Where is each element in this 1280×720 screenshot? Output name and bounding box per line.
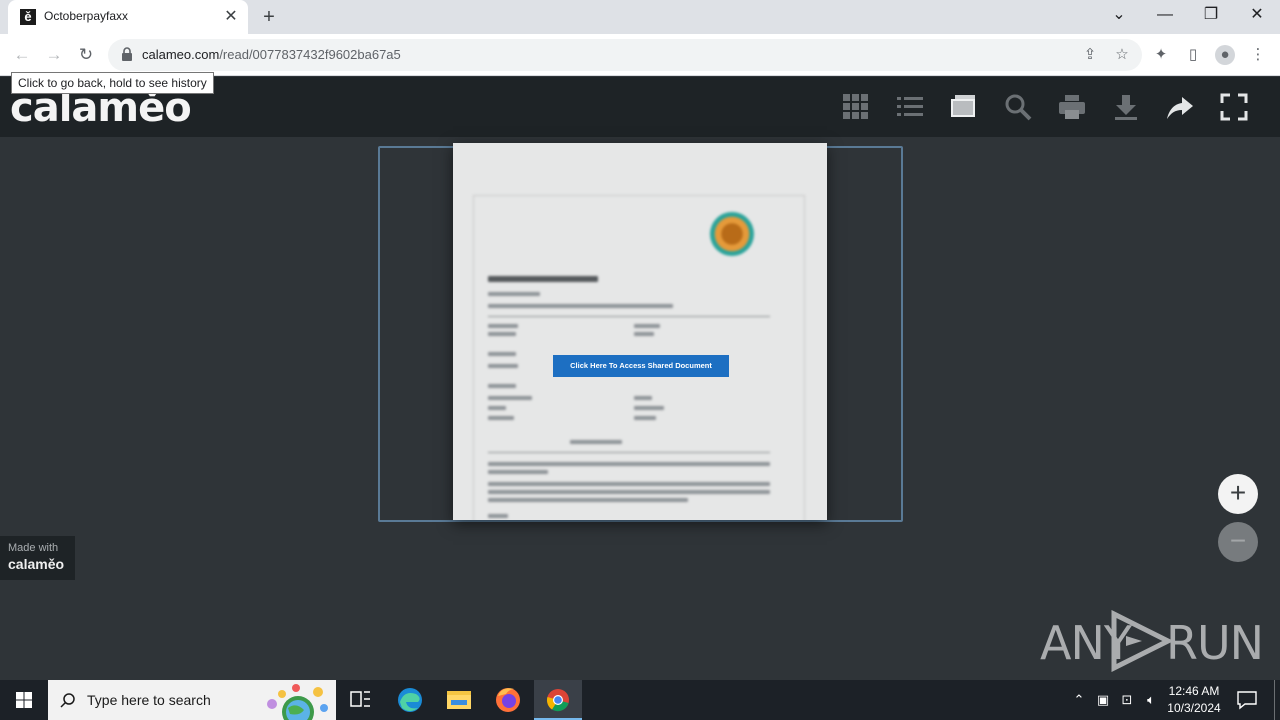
search-icon[interactable] (1004, 93, 1032, 121)
made-with-brand: calaměo (8, 556, 65, 572)
bookmark-star-icon[interactable]: ☆ (1112, 45, 1132, 65)
back-tooltip: Click to go back, hold to see history (11, 72, 214, 94)
zoom-in-button[interactable]: + (1218, 474, 1258, 514)
browser-tab[interactable]: ě Octoberpayfaxx ✕ (8, 0, 248, 34)
clock-date: 10/3/2024 (1167, 701, 1221, 715)
folder-icon[interactable] (950, 93, 978, 121)
tray-chevron-icon[interactable]: ⌃ (1070, 680, 1088, 720)
chrome-icon (546, 689, 569, 712)
reload-button[interactable]: ↻ (72, 41, 100, 69)
fullscreen-icon[interactable] (1220, 93, 1248, 121)
search-icon (60, 693, 75, 708)
browser-tab-strip: ě Octoberpayfaxx ✕ + ⌄ — ❐ ✕ (0, 0, 1280, 34)
task-view-icon[interactable] (336, 680, 384, 720)
calameo-favicon-icon: ě (20, 9, 36, 25)
list-icon[interactable] (896, 93, 924, 121)
show-desktop-divider[interactable] (1274, 680, 1275, 720)
new-tab-button[interactable]: + (258, 6, 280, 28)
restore-button[interactable]: ❐ (1188, 0, 1234, 30)
back-button[interactable]: ← (8, 41, 36, 69)
play-triangle-icon (1111, 610, 1174, 672)
document-page[interactable]: Click Here To Access Shared Document (453, 143, 827, 520)
chrome-menu-icon[interactable]: ⋮ (1248, 45, 1268, 65)
download-icon[interactable] (1112, 93, 1140, 121)
url-path: /read/0077837432f9602ba67a5 (219, 47, 401, 62)
share-icon[interactable] (1166, 93, 1194, 121)
document-seal-logo (710, 212, 754, 256)
volume-icon[interactable]: 🔈︎ (1141, 680, 1161, 720)
taskbar-clock[interactable]: 12:46 AM 10/3/2024 (1160, 683, 1228, 717)
browser-toolbar: ← → ↻ calameo.com/read/0077837432f9602ba… (0, 34, 1280, 76)
search-highlight-globe-icon (267, 684, 328, 720)
profile-avatar-icon[interactable]: ● (1215, 45, 1235, 65)
clock-time: 12:46 AM (1168, 684, 1220, 698)
tab-title: Octoberpayfaxx (44, 9, 129, 23)
address-bar[interactable]: calameo.com/read/0077837432f9602ba67a5 ⇪… (108, 39, 1142, 71)
close-window-button[interactable]: ✕ (1234, 0, 1280, 30)
side-panel-icon[interactable]: ▯ (1183, 45, 1203, 65)
device-icon[interactable]: ▣ (1094, 680, 1112, 720)
firefox-icon[interactable] (484, 680, 532, 720)
windows-start-icon[interactable] (0, 680, 48, 720)
print-icon[interactable] (1058, 93, 1086, 121)
minimize-button[interactable]: — (1142, 0, 1188, 30)
chrome-taskbar-button[interactable] (534, 680, 582, 720)
windows-taskbar: Type here to search ⌃ ▣ ⊡ 🔈︎ 12:46 AM 10… (0, 680, 1280, 720)
grid-icon[interactable] (842, 93, 870, 121)
access-shared-document-button[interactable]: Click Here To Access Shared Document (553, 355, 729, 377)
zoom-out-button[interactable]: − (1218, 522, 1258, 562)
edge-icon[interactable] (386, 680, 434, 720)
notification-center-icon[interactable] (1236, 690, 1258, 710)
forward-button[interactable]: → (40, 41, 68, 69)
tab-search-chevron-icon[interactable]: ⌄ (1096, 0, 1142, 30)
taskbar-search-box[interactable]: Type here to search (48, 680, 336, 720)
url-host: calameo.com (142, 47, 220, 62)
url-text[interactable]: calameo.com/read/0077837432f9602ba67a5 (142, 47, 401, 62)
search-placeholder: Type here to search (87, 692, 211, 708)
watermark-right: RUN (1166, 616, 1264, 670)
extensions-icon[interactable]: ✦ (1151, 45, 1171, 65)
made-with-calameo-badge[interactable]: Made with calaměo (0, 536, 75, 580)
tab-close-icon[interactable]: ✕ (222, 8, 240, 26)
lock-icon[interactable] (121, 47, 133, 61)
made-with-label: Made with (8, 542, 59, 554)
network-icon[interactable]: ⊡ (1117, 680, 1137, 720)
file-explorer-icon[interactable] (435, 680, 483, 720)
share-page-icon[interactable]: ⇪ (1080, 45, 1100, 65)
